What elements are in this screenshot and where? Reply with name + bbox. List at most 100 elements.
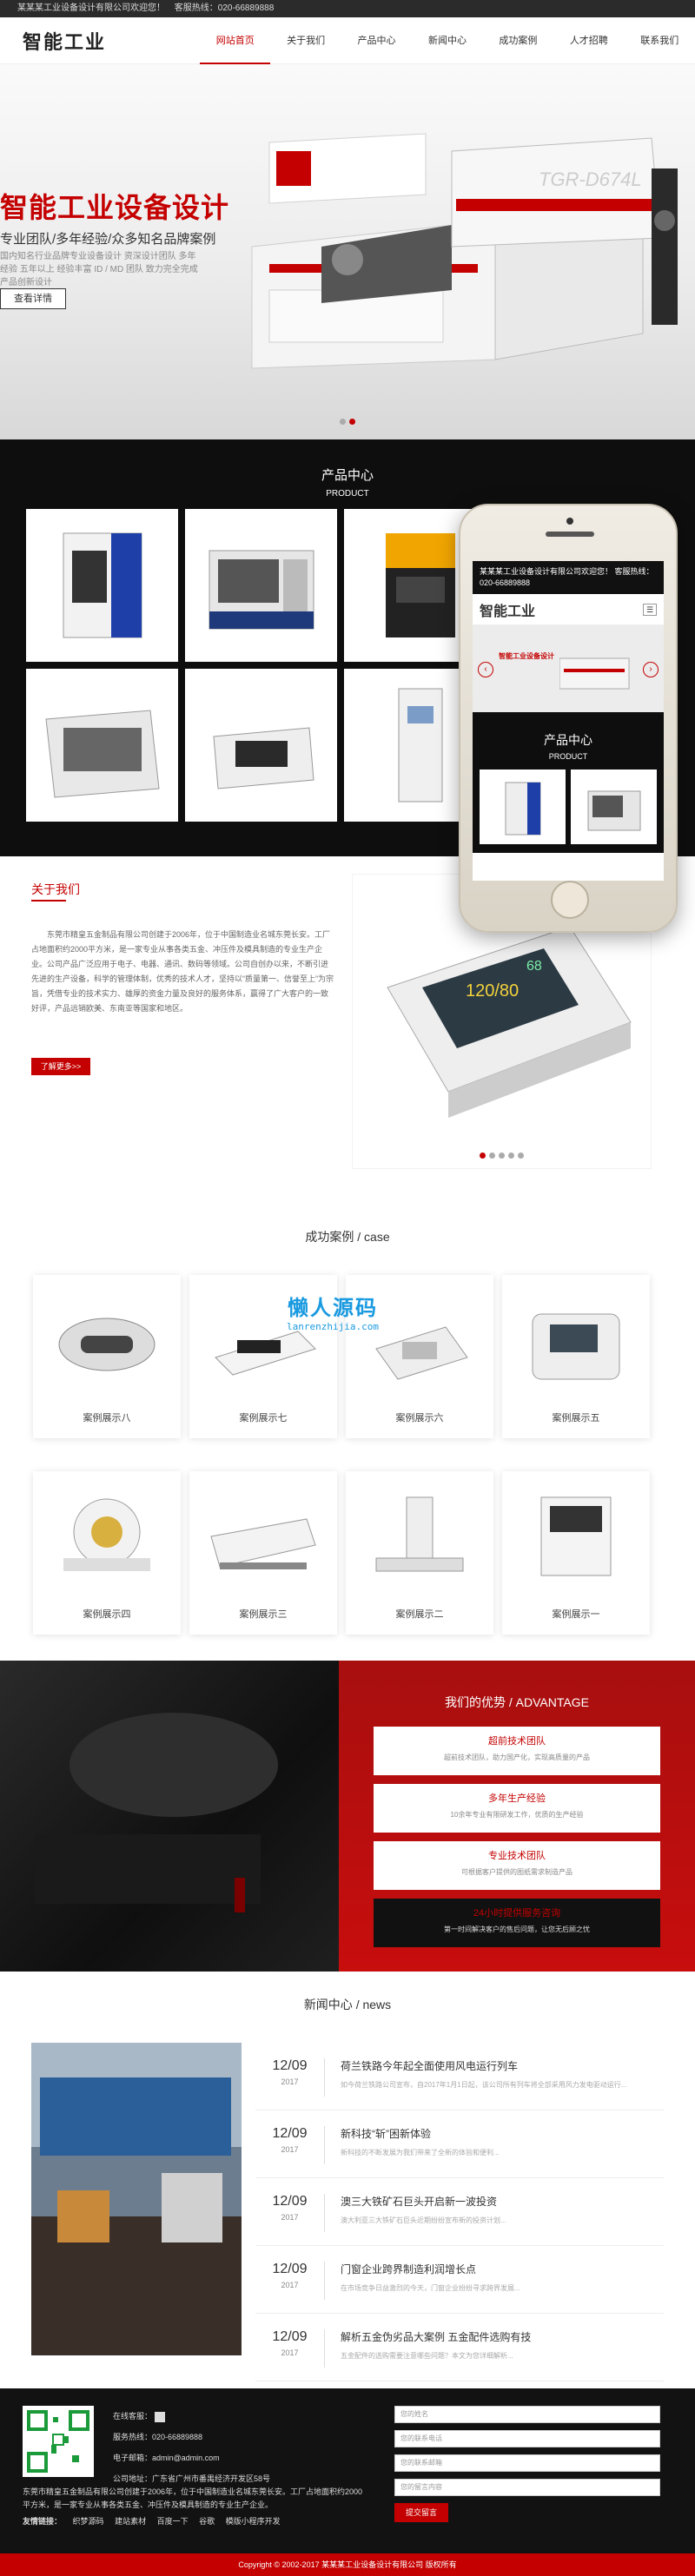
case-card[interactable]: 案例展示四 [33, 1471, 181, 1635]
nav-products[interactable]: 产品中心 [341, 17, 412, 64]
case-label: 案例展示七 [239, 1413, 288, 1423]
news-day: 12/09 [272, 2329, 308, 2344]
friend-link[interactable]: 织梦源码 [73, 2517, 104, 2526]
mobile-product-card[interactable] [571, 769, 657, 844]
nav-jobs[interactable]: 人才招聘 [553, 17, 624, 64]
slide-dot[interactable] [340, 419, 346, 425]
product-card[interactable] [185, 669, 337, 822]
hotline-text: 客服热线：020-66889888 [174, 3, 275, 13]
case-card[interactable]: 案例展示五 [502, 1275, 650, 1438]
site-logo[interactable]: 智能工业 [0, 27, 200, 55]
nav-news[interactable]: 新闻中心 [412, 17, 482, 64]
slide-dot[interactable] [518, 1153, 524, 1159]
advantage-title: 我们的优势 / ADVANTAGE [445, 1695, 589, 1709]
news-item[interactable]: 12/09 2017 解析五金伪劣品大案例 五金配件选购有技 五金配件的选购需要注意… [255, 2314, 664, 2381]
mobile-logo[interactable]: 智能工业 [480, 599, 535, 620]
news-section: 新闻中心 / news 12/09 2017 荷兰铁路今年起全面使用风电运行列车如… [0, 1972, 695, 2390]
chevron-left-icon[interactable]: ‹ [478, 662, 493, 677]
news-date: 12/09 2017 [255, 2262, 325, 2300]
news-excerpt: 如今荷兰铁路公司宣布，自2017年1月1日起，该公司所有列车将全部采用风力发电驱… [341, 2081, 627, 2089]
news-year: 2017 [281, 2077, 299, 2086]
hero-description: 国内知名行业品牌专业设备设计 资深设计团队 多年经验 五年以上 经验丰富 ID … [0, 252, 198, 287]
case-card[interactable]: 案例展示三 [189, 1471, 337, 1635]
nav-cases[interactable]: 成功案例 [483, 17, 553, 64]
mobile-header: 智能工业 ☰ [473, 594, 664, 625]
friend-link[interactable]: 模版小程序开发 [226, 2517, 281, 2526]
chevron-right-icon[interactable]: › [643, 662, 659, 677]
advantage-item-desc: 第一时间解决客户的售后问题，让您无后顾之忧 [444, 1925, 590, 1933]
product-card[interactable] [185, 509, 337, 662]
phone-screen: 某某某工业设备设计有限公司欢迎您！ 客服热线：020-66889888 智能工业… [473, 561, 664, 881]
submit-message-button[interactable]: 提交留言 [394, 2503, 448, 2522]
message-input[interactable]: 您的留言内容 [394, 2479, 660, 2496]
slide-dot[interactable] [508, 1153, 514, 1159]
hero-details-button[interactable]: 查看详情 [0, 288, 66, 309]
news-headline[interactable]: 新科技“斩”困新体验 [341, 2126, 664, 2141]
slide-dot[interactable] [489, 1153, 495, 1159]
advantage-item: 超前技术团队 超前技术团队，助力国产化，实现高质量的产品 [374, 1727, 660, 1775]
friend-link[interactable]: 百度一下 [157, 2517, 189, 2526]
case-card[interactable]: 案例展示一 [502, 1471, 650, 1635]
news-year: 2017 [281, 2213, 299, 2222]
home-button-icon [551, 881, 589, 919]
news-title: 新闻中心 / news [303, 1998, 392, 2011]
top-bar: 某某某工业设备设计有限公司欢迎您！ 客服热线：020-66889888 [0, 0, 695, 17]
news-headline[interactable]: 澳三大铁矿石巨头开启新一波投资 [341, 2194, 664, 2209]
hero-banner: TGR-D674L 智能工业设备设计 专业团队/多年经验/众多知名品牌案例 国内… [0, 64, 695, 439]
news-year: 2017 [281, 2348, 299, 2357]
news-headline[interactable]: 荷兰铁路今年起全面使用风电运行列车 [341, 2058, 664, 2073]
chat-icon[interactable] [154, 2411, 165, 2422]
main-header: 智能工业 网站首页 关于我们 产品中心 新闻中心 成功案例 人才招聘 联系我们 [0, 17, 695, 64]
case-label: 案例展示二 [395, 1609, 444, 1620]
news-day: 12/09 [272, 2058, 308, 2073]
product-card[interactable] [26, 509, 178, 662]
mobile-banner: ‹ › 智能工业设备设计 [473, 625, 664, 712]
news-headline[interactable]: 门窗企业跨界制造利润增长点 [341, 2262, 664, 2276]
name-input[interactable]: 您的姓名 [394, 2406, 660, 2423]
case-label: 案例展示四 [83, 1609, 131, 1620]
news-item[interactable]: 12/09 2017 新科技“斩”困新体验 新科技的不断发展为我们带来了全新的体验和… [255, 2110, 664, 2178]
nav-about[interactable]: 关于我们 [270, 17, 341, 64]
slide-dot-active[interactable] [349, 419, 355, 425]
case-label: 案例展示一 [552, 1609, 600, 1620]
nav-home[interactable]: 网站首页 [200, 17, 271, 64]
cases-section: 成功案例 / case 懒人源码 lanrenzhijia.com 案例展示八 … [0, 1204, 695, 1661]
about-slider-pagination [353, 1149, 651, 1161]
friend-link[interactable]: 建站素材 [115, 2517, 146, 2526]
case-label: 案例展示三 [239, 1609, 288, 1620]
phone-input[interactable]: 您的联系电话 [394, 2430, 660, 2447]
mobile-banner-image [559, 657, 630, 690]
mobile-products-grid [473, 761, 664, 853]
advantage-item-title: 24小时提供服务咨询 [473, 1908, 561, 1919]
friend-link[interactable]: 谷歌 [199, 2517, 215, 2526]
slide-dot[interactable] [499, 1153, 505, 1159]
mobile-menu-icon[interactable]: ☰ [643, 603, 657, 616]
news-headline[interactable]: 解析五金伪劣品大案例 五金配件选购有技 [341, 2329, 664, 2344]
about-title: 关于我们 [31, 882, 80, 896]
news-item[interactable]: 12/09 2017 门窗企业跨界制造利润增长点在市场竞争日益激烈的今天，门窗企业… [255, 2246, 664, 2314]
footer-description: 东莞市精皇五金制品有限公司创建于2006年，位于中国制造业名城东莞长安。工厂占地… [23, 2487, 363, 2509]
mobile-products: 产品中心 PRODUCT [473, 712, 664, 853]
news-day: 12/09 [272, 2126, 308, 2141]
news-date: 12/09 2017 [255, 2126, 325, 2164]
news-list: 12/09 2017 荷兰铁路今年起全面使用风电运行列车如今荷兰铁路公司宣布，自2… [255, 2043, 664, 2381]
mobile-product-card[interactable] [480, 769, 566, 844]
product-card[interactable] [26, 669, 178, 822]
about-more-button[interactable]: 了解更多>> [31, 1058, 90, 1075]
news-date: 12/09 2017 [255, 2058, 325, 2097]
case-card[interactable]: 案例展示二 [346, 1471, 493, 1635]
news-image [31, 2043, 242, 2355]
nav-contact[interactable]: 联系我们 [625, 17, 695, 64]
news-item[interactable]: 12/09 2017 荷兰铁路今年起全面使用风电运行列车如今荷兰铁路公司宣布，自2… [255, 2043, 664, 2110]
case-label: 案例展示五 [552, 1413, 600, 1423]
slide-dot-active[interactable] [480, 1153, 486, 1159]
news-item[interactable]: 12/09 2017 澳三大铁矿石巨头开启新一波投资 澳大利亚三大铁矿石巨头近期纷纷… [255, 2178, 664, 2246]
products-title: 产品中心 [321, 468, 374, 483]
case-card[interactable]: 案例展示八 [33, 1275, 181, 1438]
copyright-bar: Copyright © 2002-2017 某某某工业设备设计有限公司 版权所有 [0, 2553, 695, 2576]
news-excerpt: 在市场竞争日益激烈的今天，门窗企业纷纷寻求跨界发展... [341, 2284, 520, 2292]
product-image [63, 532, 142, 638]
mobile-products-subtitle: PRODUCT [548, 752, 588, 761]
email-input[interactable]: 您的联系邮箱 [394, 2454, 660, 2472]
news-year: 2017 [281, 2145, 299, 2154]
